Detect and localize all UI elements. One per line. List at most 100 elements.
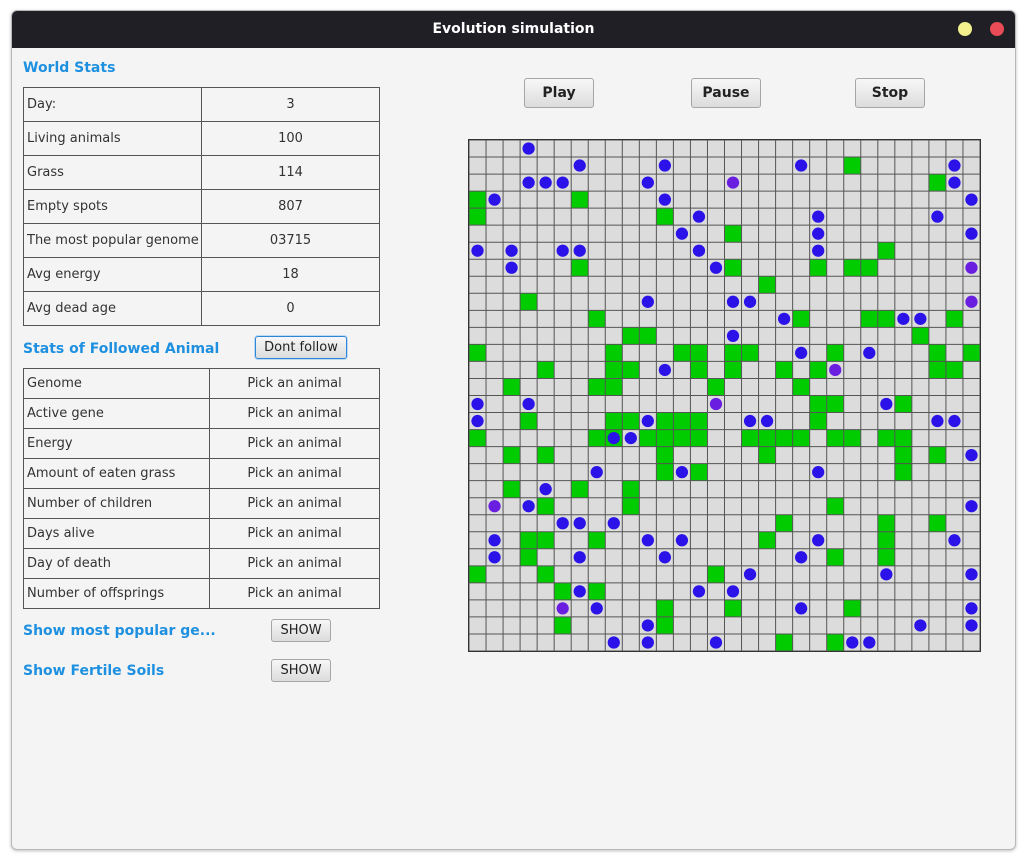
- animal-marker[interactable]: [522, 397, 535, 411]
- animal-marker[interactable]: [522, 142, 535, 155]
- animal-marker[interactable]: [488, 551, 501, 564]
- animal-marker[interactable]: [863, 346, 876, 360]
- title-bar[interactable]: Evolution simulation: [12, 11, 1015, 48]
- animal-marker[interactable]: [965, 448, 978, 462]
- animal-marker[interactable]: [692, 210, 706, 223]
- animal-marker[interactable]: [522, 176, 535, 189]
- animal-marker[interactable]: [846, 636, 859, 649]
- animal-marker[interactable]: [658, 363, 672, 377]
- animal-marker[interactable]: [573, 551, 586, 564]
- animal-marker[interactable]: [539, 483, 552, 496]
- animal-marker[interactable]: [709, 636, 723, 649]
- animal-marker[interactable]: [590, 466, 603, 479]
- animal-marker[interactable]: [607, 431, 620, 445]
- animal-marker[interactable]: [556, 244, 569, 257]
- animal-marker[interactable]: [692, 585, 706, 598]
- animal-marker[interactable]: [965, 295, 978, 308]
- animal-marker[interactable]: [965, 227, 978, 240]
- animal-marker[interactable]: [965, 602, 978, 615]
- animal-marker[interactable]: [914, 312, 927, 325]
- animal-marker[interactable]: [812, 210, 825, 223]
- animal-marker[interactable]: [743, 414, 757, 428]
- animal-marker[interactable]: [812, 534, 825, 547]
- animal-marker[interactable]: [829, 363, 842, 377]
- simulation-map[interactable]: [468, 139, 981, 652]
- animal-marker[interactable]: [948, 159, 961, 172]
- animal-marker[interactable]: [471, 397, 484, 411]
- animal-marker[interactable]: [812, 244, 825, 257]
- animal-marker[interactable]: [948, 534, 961, 547]
- animal-marker[interactable]: [573, 244, 586, 257]
- animal-marker[interactable]: [658, 159, 672, 172]
- animal-marker[interactable]: [590, 602, 603, 615]
- animal-marker[interactable]: [505, 261, 518, 274]
- animal-marker[interactable]: [641, 295, 654, 308]
- animal-marker[interactable]: [675, 466, 689, 479]
- animal-marker[interactable]: [624, 431, 637, 445]
- animal-marker[interactable]: [607, 517, 620, 530]
- animal-marker[interactable]: [641, 619, 654, 632]
- animal-marker[interactable]: [931, 414, 944, 428]
- animal-marker[interactable]: [948, 414, 961, 428]
- animal-marker[interactable]: [641, 414, 654, 428]
- animal-marker[interactable]: [505, 244, 518, 257]
- animal-marker[interactable]: [539, 176, 552, 189]
- animal-marker[interactable]: [795, 159, 808, 172]
- animal-marker[interactable]: [795, 602, 808, 615]
- animal-marker[interactable]: [709, 261, 723, 274]
- animal-marker[interactable]: [641, 176, 654, 189]
- animal-marker[interactable]: [931, 210, 944, 223]
- animal-marker[interactable]: [795, 346, 808, 360]
- animal-marker[interactable]: [863, 636, 876, 649]
- animal-marker[interactable]: [488, 500, 501, 513]
- animal-marker[interactable]: [965, 568, 978, 581]
- animal-marker[interactable]: [965, 619, 978, 632]
- animal-marker[interactable]: [914, 619, 927, 632]
- animal-marker[interactable]: [880, 568, 893, 581]
- animal-marker[interactable]: [692, 244, 706, 257]
- animal-marker[interactable]: [812, 466, 825, 479]
- animal-marker[interactable]: [658, 551, 672, 564]
- animal-marker[interactable]: [965, 193, 978, 206]
- animal-marker[interactable]: [812, 227, 825, 240]
- animal-marker[interactable]: [573, 517, 586, 530]
- animal-marker[interactable]: [641, 636, 654, 649]
- show-fertile-soils-button[interactable]: SHOW: [271, 659, 331, 682]
- animal-marker[interactable]: [522, 500, 535, 513]
- animal-marker[interactable]: [488, 534, 501, 547]
- animal-marker[interactable]: [641, 534, 654, 547]
- animal-marker[interactable]: [471, 414, 484, 428]
- map-grid[interactable]: [469, 140, 980, 651]
- animal-marker[interactable]: [556, 176, 569, 189]
- animal-marker[interactable]: [777, 312, 791, 325]
- animal-marker[interactable]: [760, 414, 774, 428]
- animal-marker[interactable]: [965, 261, 978, 274]
- animal-marker[interactable]: [675, 227, 689, 240]
- animal-marker[interactable]: [556, 517, 569, 530]
- dont-follow-button[interactable]: Dont follow: [255, 336, 347, 359]
- animal-marker[interactable]: [471, 244, 484, 257]
- animal-marker[interactable]: [675, 534, 689, 547]
- animal-marker[interactable]: [726, 585, 740, 598]
- animal-marker[interactable]: [726, 295, 740, 308]
- animal-marker[interactable]: [880, 397, 893, 411]
- animal-marker[interactable]: [658, 193, 672, 206]
- animal-marker[interactable]: [573, 159, 586, 172]
- animal-marker[interactable]: [709, 397, 723, 411]
- stop-button[interactable]: Stop: [855, 78, 925, 108]
- pause-button[interactable]: Pause: [691, 78, 761, 108]
- play-button[interactable]: Play: [524, 78, 594, 108]
- animal-marker[interactable]: [726, 329, 740, 343]
- animal-marker[interactable]: [743, 295, 757, 308]
- show-popular-genome-button[interactable]: SHOW: [271, 619, 331, 642]
- animal-marker[interactable]: [726, 176, 740, 189]
- minimize-icon[interactable]: [958, 22, 972, 36]
- animal-marker[interactable]: [607, 636, 620, 649]
- animal-marker[interactable]: [795, 551, 808, 564]
- close-icon[interactable]: [990, 22, 1004, 36]
- animal-marker[interactable]: [948, 176, 961, 189]
- animal-marker[interactable]: [556, 602, 569, 615]
- animal-marker[interactable]: [488, 193, 501, 206]
- animal-marker[interactable]: [965, 500, 978, 513]
- animal-marker[interactable]: [573, 585, 586, 598]
